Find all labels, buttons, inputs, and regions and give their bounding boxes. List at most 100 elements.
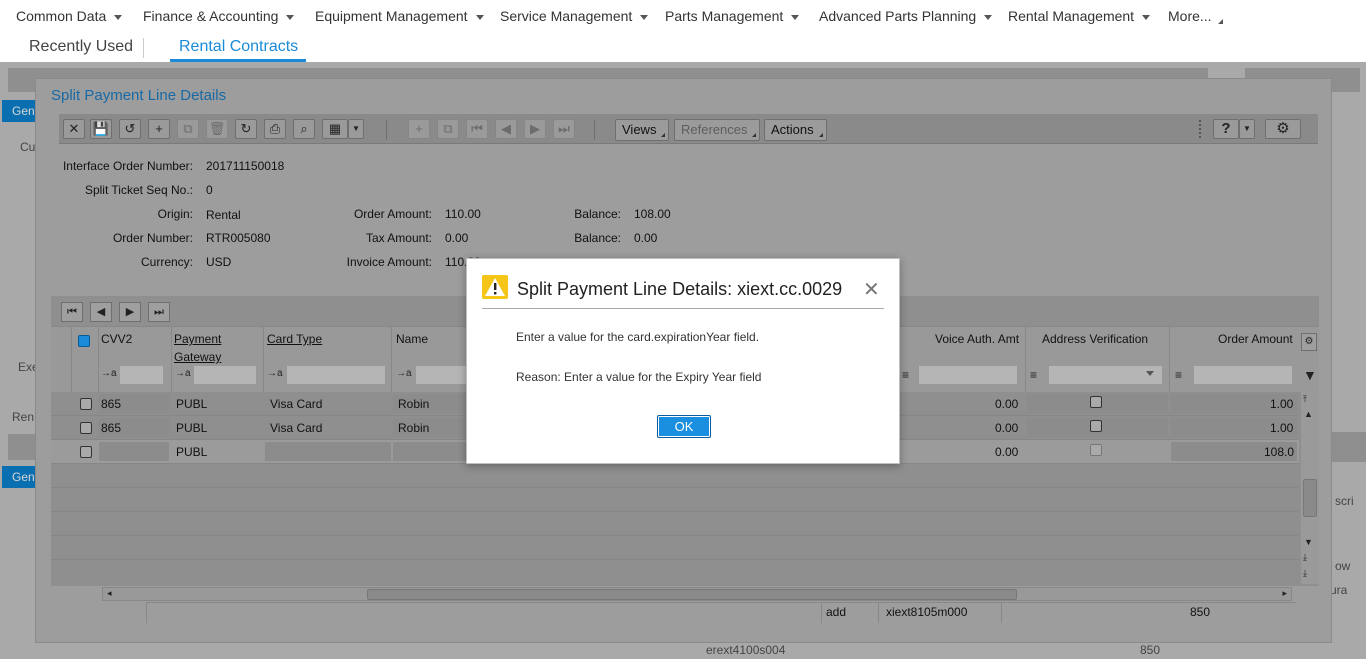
scroll-up-icon[interactable]: ▲ — [1304, 409, 1313, 419]
first-record-icon[interactable]: ⏮ — [466, 119, 488, 139]
column-divider — [98, 326, 99, 392]
chevron-down-icon — [114, 14, 123, 20]
nav-parts-management[interactable]: Parts Management — [665, 8, 800, 24]
nav-rental-management[interactable]: Rental Management — [1008, 8, 1151, 24]
scroll-right-icon[interactable]: ▸ — [1282, 588, 1287, 599]
delete-icon[interactable]: 🗑 — [206, 119, 228, 139]
column-header-payment-gateway-line2[interactable]: Gateway — [174, 350, 221, 364]
filter-text-icon[interactable]: →a — [267, 368, 283, 379]
previous-page-icon[interactable]: ◀ — [90, 302, 112, 322]
scroll-page-down-icon[interactable]: ⤓ — [1303, 552, 1307, 563]
order-amount-value: 110.00 — [445, 207, 481, 221]
ok-button[interactable]: OK — [657, 415, 711, 438]
cell-background — [393, 442, 473, 461]
top-nav: Common Data Finance & Accounting Equipme… — [0, 0, 1366, 32]
vertical-scroll-thumb[interactable] — [1303, 479, 1317, 517]
row-checkbox[interactable] — [80, 422, 92, 434]
save-icon[interactable]: 💾 — [90, 119, 112, 139]
filter-equals-icon[interactable]: ≡ — [902, 368, 909, 382]
horizontal-scrollbar[interactable]: ◂ ▸ — [102, 587, 1292, 601]
close-icon[interactable]: ✕ — [863, 277, 880, 302]
scroll-left-icon[interactable]: ◂ — [107, 588, 112, 599]
gear-icon[interactable]: ⚙ — [1301, 333, 1317, 351]
add-line-icon[interactable]: + — [408, 119, 430, 139]
expand-icon — [1217, 19, 1223, 24]
address-verification-checkbox[interactable] — [1090, 444, 1102, 456]
chevron-down-icon[interactable]: ▼ — [1239, 119, 1255, 139]
filter-card-type-input[interactable] — [286, 365, 386, 385]
search-icon[interactable]: ⌕ — [293, 119, 315, 139]
previous-record-icon[interactable]: ◀ — [495, 119, 517, 139]
filter-text-icon[interactable]: →a — [175, 368, 191, 379]
address-verification-checkbox[interactable] — [1090, 396, 1102, 408]
filter-equals-icon[interactable]: ≡ — [1175, 368, 1182, 382]
column-header-name[interactable]: Name — [396, 332, 428, 346]
filter-icon[interactable]: ▼ — [1303, 367, 1317, 383]
select-all-checkbox[interactable] — [78, 335, 90, 347]
empty-row — [51, 488, 1299, 512]
empty-row — [51, 536, 1299, 560]
column-header-cvv2[interactable]: CVV2 — [101, 332, 132, 346]
chevron-down-icon — [791, 14, 800, 20]
background-toolbar — [8, 434, 36, 460]
last-record-icon[interactable]: ⏭ — [553, 119, 575, 139]
chevron-down-icon[interactable]: ▼ — [348, 119, 364, 139]
help-icon[interactable]: ? — [1213, 119, 1239, 139]
nav-common-data[interactable]: Common Data — [16, 8, 123, 24]
column-header-address-verification[interactable]: Address Verification — [1042, 332, 1148, 346]
export-icon[interactable]: ▦ — [322, 119, 348, 139]
column-header-card-type[interactable]: Card Type — [267, 332, 322, 346]
currency-label: Currency: — [140, 255, 193, 269]
scroll-down-icon[interactable]: ▼ — [1304, 537, 1313, 547]
filter-text-icon[interactable]: →a — [396, 368, 412, 379]
first-page-icon[interactable]: ⏮ — [61, 302, 83, 322]
views-menu-button[interactable]: Views — [615, 119, 670, 141]
new-icon[interactable]: + — [148, 119, 170, 139]
invoice-amount-label: Invoice Amount: — [346, 255, 432, 269]
column-header-order-amount[interactable]: Order Amount — [1218, 332, 1293, 346]
filter-voice-auth-input[interactable] — [918, 365, 1018, 385]
toolbar-separator — [386, 120, 387, 140]
nav-advanced-parts-planning[interactable]: Advanced Parts Planning — [819, 8, 993, 24]
close-session-icon[interactable]: ✕ — [63, 119, 85, 139]
duplicate-icon[interactable]: ⧉ — [177, 119, 199, 139]
last-page-icon[interactable]: ⏭ — [148, 302, 170, 322]
copy-line-icon[interactable]: ⧉ — [437, 119, 459, 139]
tab-recently-used[interactable]: Recently Used — [29, 38, 133, 56]
references-menu-button[interactable]: References — [674, 119, 761, 141]
nav-finance-accounting[interactable]: Finance & Accounting — [143, 8, 295, 24]
undo-icon[interactable]: ↺ — [119, 119, 141, 139]
filter-text-icon[interactable]: →a — [101, 368, 117, 379]
horizontal-scroll-thumb[interactable] — [367, 589, 1017, 600]
nav-service-management[interactable]: Service Management — [500, 8, 649, 24]
background-label: Cu — [20, 140, 36, 154]
gear-icon[interactable]: ⚙ — [1265, 119, 1301, 139]
print-icon[interactable]: ⎙ — [264, 119, 286, 139]
filter-cvv2-input[interactable] — [119, 365, 164, 385]
column-divider — [878, 603, 879, 623]
address-verification-checkbox[interactable] — [1090, 420, 1102, 432]
next-page-icon[interactable]: ▶ — [119, 302, 141, 322]
nav-equipment-management[interactable]: Equipment Management — [315, 8, 484, 24]
filter-order-amount-input[interactable] — [1193, 365, 1293, 385]
filter-equals-icon[interactable]: ≡ — [1030, 368, 1037, 382]
actions-label: Actions — [771, 122, 814, 137]
tab-divider — [143, 38, 144, 58]
refresh-icon[interactable]: ↻ — [235, 119, 257, 139]
tab-rental-contracts[interactable]: Rental Contracts — [179, 38, 298, 56]
scroll-top-icon[interactable]: ⤒ — [1303, 394, 1307, 405]
filter-payment-gateway-input[interactable] — [193, 365, 257, 385]
filter-address-verification-select[interactable] — [1048, 365, 1163, 385]
filter-name-input[interactable] — [415, 365, 467, 385]
chevron-down-icon — [640, 14, 649, 20]
next-record-icon[interactable]: ▶ — [524, 119, 546, 139]
row-checkbox[interactable] — [80, 446, 92, 458]
scroll-bottom-icon[interactable]: ⤓ — [1303, 568, 1307, 579]
balance-label: Balance: — [574, 231, 621, 245]
column-header-payment-gateway[interactable]: Payment — [174, 332, 221, 346]
nav-more[interactable]: More... — [1168, 8, 1223, 24]
row-checkbox[interactable] — [80, 398, 92, 410]
column-header-voice-auth-amt[interactable]: Voice Auth. Amt — [935, 332, 1019, 346]
vertical-scrollbar[interactable]: ⤒ ▲ ▼ ⤓ ⤓ — [1301, 392, 1319, 584]
actions-menu-button[interactable]: Actions — [764, 119, 827, 141]
